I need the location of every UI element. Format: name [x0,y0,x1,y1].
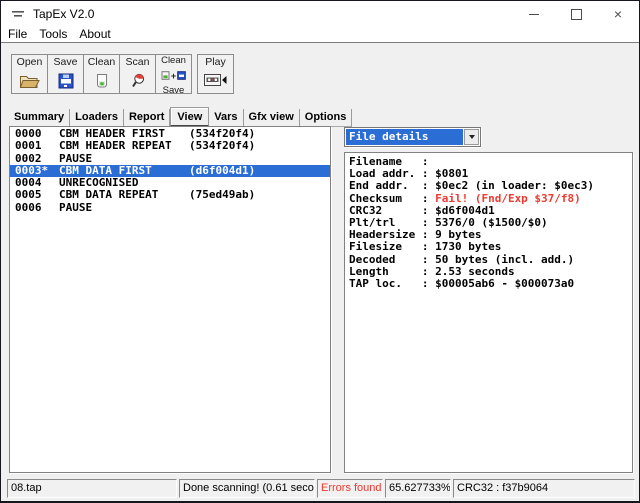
file-details-panel: Filename : Load addr. : $0801 End addr. … [344,152,633,473]
file-list-row[interactable]: 0006PAUSE [10,202,330,214]
status-bar: 08.tap Done scanning! (0.61 seconds) Err… [7,479,635,498]
beaker-icon [94,68,110,93]
row-crc: (d6f004d1) [189,164,255,177]
menu-about[interactable]: About [73,27,116,42]
row-crc: (534f20f4) [189,127,255,140]
row-index: 0001 [15,140,59,152]
maximize-icon [571,9,582,20]
file-list-row[interactable]: 0004UNRECOGNISED [10,177,330,189]
detail-label: Filesize : [349,240,435,253]
tab[interactable]: Options [300,109,353,126]
status-filename: 08.tap [7,479,177,498]
row-crc: (534f20f4) [189,139,255,152]
toolbar: Open Save Clean [11,54,233,94]
detail-value: 50 bytes (incl. add.) [435,253,574,266]
open-folder-icon [19,68,40,93]
menu-bar: File Tools About [1,27,639,43]
status-errors: Errors found! [317,479,383,498]
tab[interactable]: View [170,107,209,127]
row-name: CBM HEADER REPEAT [59,140,189,152]
detail-label: Plt/trl : [349,216,435,229]
status-crc32: CRC32 : f37b9064 [453,479,635,498]
open-button[interactable]: Open [11,54,48,94]
tab[interactable]: Vars [209,109,243,126]
menu-tools[interactable]: Tools [33,27,73,42]
window-title: TapEx V2.0 [33,7,94,21]
cassette-play-icon [204,68,227,93]
detail-value: 2.53 seconds [435,265,514,278]
dropdown-arrow-button[interactable] [464,129,479,145]
title-bar: TapEx V2.0 × [1,1,639,27]
file-list-row[interactable]: 0001CBM HEADER REPEAT(534f20f4) [10,140,330,152]
detail-value: 9 bytes [435,228,481,241]
status-scan-result: Done scanning! (0.61 seconds) [179,479,315,498]
clean-button[interactable]: Clean [83,54,120,94]
tab[interactable]: Report [124,109,170,126]
floppy-disk-icon [58,68,74,93]
scan-button[interactable]: Scan [119,54,156,94]
tab[interactable]: Gfx view [244,109,300,126]
app-cassette-icon [10,8,26,20]
details-view-select[interactable]: File details [344,127,481,147]
detail-label: Checksum : [349,192,435,205]
play-button[interactable]: Play [197,54,234,94]
magnifier-icon [130,68,146,93]
menu-file[interactable]: File [2,27,33,42]
minimize-icon [529,14,539,15]
tab-strip: Summary Loaders Report View Vars Gfx vie… [9,107,352,127]
file-list-row[interactable]: 0002PAUSE [10,153,330,165]
close-button[interactable]: × [597,1,639,27]
detail-label: TAP loc. : [349,277,435,290]
detail-value: $00005ab6 - $000073a0 [435,277,574,290]
file-list-row[interactable]: 0005CBM DATA REPEAT(75ed49ab) [10,189,330,201]
detail-value: $0801 [435,167,468,180]
tab[interactable]: Summary [9,109,70,126]
file-list[interactable]: 0000CBM HEADER FIRST(534f20f4) 0001CBM H… [9,126,331,473]
detail-label: Load addr. : [349,167,435,180]
detail-value: $d6f004d1 [435,204,495,217]
detail-value: Fail! (Fnd/Exp $37/f8) [435,192,581,205]
save-button[interactable]: Save [47,54,84,94]
detail-value: 1730 bytes [435,240,501,253]
close-icon: × [614,7,622,21]
maximize-button[interactable] [555,1,597,27]
row-name: PAUSE [59,202,189,214]
status-progress: 65.627733% [385,479,451,498]
detail-label: CRC32 : [349,204,435,217]
detail-label: End addr. : [349,179,435,192]
row-index: 0006 [15,202,59,214]
clean-save-button[interactable]: Clean + Save [155,54,192,94]
detail-label: Decoded : [349,253,435,266]
detail-value: 5376/0 ($1500/$0) [435,216,548,229]
mini-floppy-icon [177,67,186,85]
detail-label: Headersize : [349,228,435,241]
app-window: TapEx V2.0 × File Tools About Open Save [0,0,640,503]
details-view-selected-value: File details [346,129,463,145]
tab[interactable]: Loaders [70,109,124,126]
chevron-down-icon [469,135,475,139]
detail-value: $0ec2 (in loader: $0ec3) [435,179,594,192]
mini-beaker-icon [161,67,170,85]
detail-label: Length : [349,265,435,278]
minimize-button[interactable] [513,1,555,27]
row-crc: (75ed49ab) [189,188,255,201]
detail-label: Filename : [349,155,435,168]
file-list-row[interactable]: 0003*CBM DATA FIRST(d6f004d1) [10,165,330,177]
plus-icon: + [171,72,176,80]
detail-line: TAP loc. : $00005ab6 - $000073a0 [349,278,628,290]
